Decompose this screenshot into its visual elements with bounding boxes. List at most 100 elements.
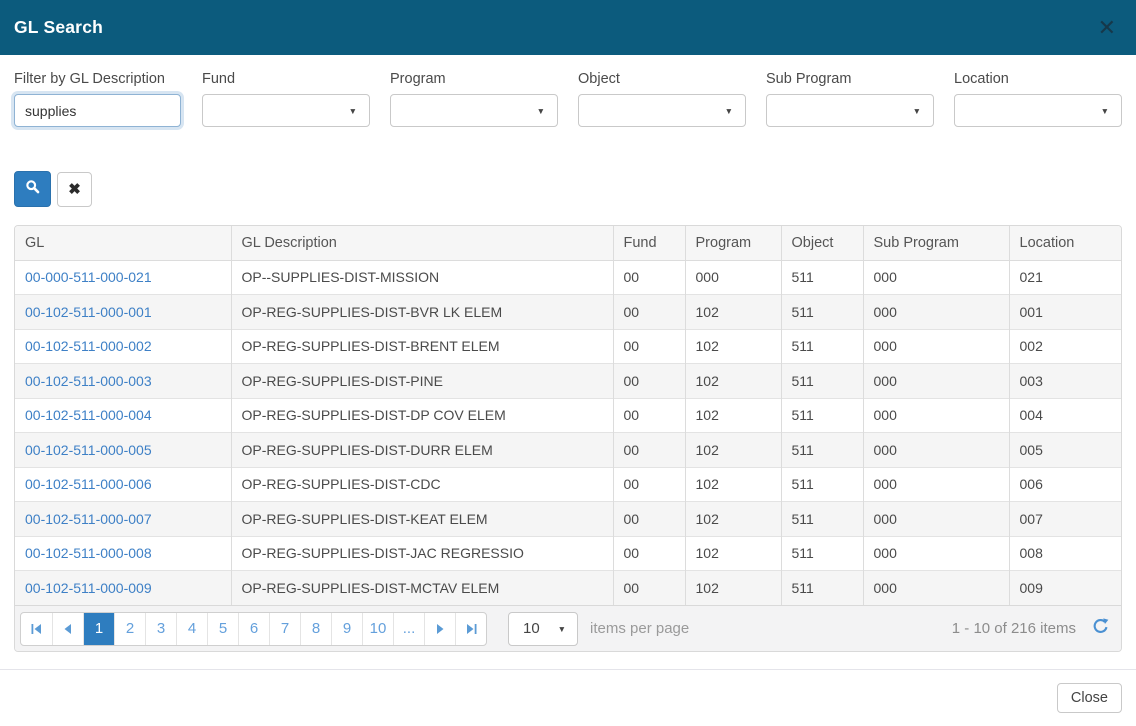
table-row: 00-102-511-000-008 OP-REG-SUPPLIES-DIST-J… (15, 536, 1121, 571)
items-per-page-label: items per page (590, 620, 689, 637)
table-cell: 00 (613, 433, 685, 468)
table-cell: 511 (781, 364, 863, 399)
results-grid: GL GL Description Fund Program Object Su… (14, 225, 1122, 652)
pager-range-label: 1 - 10 of 216 items (952, 620, 1076, 637)
gl-link[interactable]: 00-102-511-000-001 (25, 304, 152, 320)
location-dropdown[interactable]: ▼ (954, 94, 1122, 127)
pager-page-6[interactable]: 6 (238, 613, 269, 645)
table-cell: OP-REG-SUPPLIES-DIST-KEAT ELEM (231, 502, 613, 537)
filter-label: Object (578, 71, 745, 87)
table-cell: 000 (863, 260, 1009, 295)
pager-page-10[interactable]: 10 (362, 613, 393, 645)
program-dropdown[interactable]: ▼ (390, 94, 558, 127)
filter-label: Fund (202, 71, 369, 87)
gl-cell: 00-000-511-000-021 (15, 260, 231, 295)
table-cell: 008 (1009, 536, 1121, 571)
close-icon[interactable]: ✕ (1094, 15, 1120, 41)
table-row: 00-000-511-000-021OP--SUPPLIES-DIST-MISS… (15, 260, 1121, 295)
pager-last-button[interactable] (455, 613, 486, 645)
table-cell: 102 (685, 364, 781, 399)
pager-page-7[interactable]: 7 (269, 613, 300, 645)
table-row: 00-102-511-000-002OP-REG-SUPPLIES-DIST-B… (15, 329, 1121, 364)
table-cell: 102 (685, 536, 781, 571)
pager-first-button[interactable] (21, 613, 52, 645)
column-header-sub-program: Sub Program (863, 226, 1009, 260)
gl-cell: 00-102-511-000-001 (15, 295, 231, 330)
table-body: 00-000-511-000-021OP--SUPPLIES-DIST-MISS… (15, 260, 1121, 605)
gl-link[interactable]: 00-102-511-000-009 (25, 580, 152, 596)
table-cell: 000 (863, 536, 1009, 571)
gl-link[interactable]: 00-102-511-000-005 (25, 442, 152, 458)
column-header-program: Program (685, 226, 781, 260)
table-cell: 511 (781, 571, 863, 606)
clear-button[interactable]: ✖ (57, 172, 92, 207)
close-button[interactable]: Close (1057, 683, 1122, 713)
gl-link[interactable]: 00-102-511-000-003 (25, 373, 152, 389)
gl-search-modal: GL Search ✕ Filter by GL Description Fun… (0, 0, 1136, 726)
table-cell: 000 (863, 502, 1009, 537)
gl-cell: 00-102-511-000-008 (15, 536, 231, 571)
table-cell: 511 (781, 433, 863, 468)
filter-label: Location (954, 71, 1121, 87)
table-cell: 001 (1009, 295, 1121, 330)
table-cell: OP-REG-SUPPLIES-DIST-DP COV ELEM (231, 398, 613, 433)
gl-link[interactable]: 00-102-511-000-007 (25, 511, 152, 527)
page-size-select[interactable]: 10 ▼ (508, 612, 578, 646)
table-cell: 00 (613, 571, 685, 606)
refresh-button[interactable] (1092, 618, 1109, 640)
filter-label: Program (390, 71, 557, 87)
fund-dropdown[interactable]: ▼ (202, 94, 370, 127)
results-table: GL GL Description Fund Program Object Su… (15, 226, 1121, 605)
table-cell: OP-REG-SUPPLIES-DIST-BVR LK ELEM (231, 295, 613, 330)
gl-link[interactable]: 00-102-511-000-002 (25, 338, 152, 354)
seek-last-icon (466, 624, 477, 634)
filter-sub-program: Sub Program▼ (766, 71, 933, 127)
sub-program-dropdown[interactable]: ▼ (766, 94, 934, 127)
pager-page-5[interactable]: 5 (207, 613, 238, 645)
object-dropdown[interactable]: ▼ (578, 94, 746, 127)
gl-cell: 00-102-511-000-007 (15, 502, 231, 537)
table-cell: 102 (685, 398, 781, 433)
table-cell: 000 (863, 433, 1009, 468)
pager-page-8[interactable]: 8 (300, 613, 331, 645)
filter-location: Location ▼ (954, 71, 1121, 127)
table-cell: 511 (781, 295, 863, 330)
table-header-row: GL GL Description Fund Program Object Su… (15, 226, 1121, 260)
pager-right: 1 - 10 of 216 items (952, 618, 1109, 640)
pager-prev-button[interactable] (52, 613, 83, 645)
clear-icon: ✖ (68, 180, 81, 198)
gl-link[interactable]: 00-102-511-000-008 (25, 545, 152, 561)
arrow-left-icon (64, 624, 72, 634)
chevron-down-icon: ▼ (558, 624, 566, 634)
table-cell: 00 (613, 295, 685, 330)
table-cell: 000 (863, 329, 1009, 364)
gl-cell: 00-102-511-000-006 (15, 467, 231, 502)
table-cell: OP-REG-SUPPLIES-DIST-MCTAV ELEM (231, 571, 613, 606)
dropdown-filters: Fund▼Program▼Object▼Sub Program▼Location… (202, 71, 1121, 127)
table-cell: 003 (1009, 364, 1121, 399)
table-cell: OP-REG-SUPPLIES-DIST-JAC REGRESSIO (231, 536, 613, 571)
table-cell: 102 (685, 329, 781, 364)
table-cell: 007 (1009, 502, 1121, 537)
table-cell: 00 (613, 398, 685, 433)
gl-link[interactable]: 00-102-511-000-006 (25, 476, 152, 492)
search-button[interactable] (14, 171, 51, 207)
pager-page-2[interactable]: 2 (114, 613, 145, 645)
table-cell: 000 (863, 364, 1009, 399)
chevron-down-icon: ▼ (537, 106, 545, 116)
gl-link[interactable]: 00-102-511-000-004 (25, 407, 152, 423)
pager-page-9[interactable]: 9 (331, 613, 362, 645)
gl-link[interactable]: 00-000-511-000-021 (25, 269, 152, 285)
table-cell: OP-REG-SUPPLIES-DIST-PINE (231, 364, 613, 399)
pager-page-4[interactable]: 4 (176, 613, 207, 645)
table-cell: 000 (685, 260, 781, 295)
table-cell: 006 (1009, 467, 1121, 502)
gl-description-filter-input[interactable] (14, 94, 181, 127)
pager-page-1[interactable]: 1 (83, 613, 114, 645)
pager-more-button[interactable]: ... (393, 613, 424, 645)
table-cell: 002 (1009, 329, 1121, 364)
pager-page-3[interactable]: 3 (145, 613, 176, 645)
gl-cell: 00-102-511-000-005 (15, 433, 231, 468)
table-row: 00-102-511-000-009 OP-REG-SUPPLIES-DIST-M… (15, 571, 1121, 606)
pager-next-button[interactable] (424, 613, 455, 645)
